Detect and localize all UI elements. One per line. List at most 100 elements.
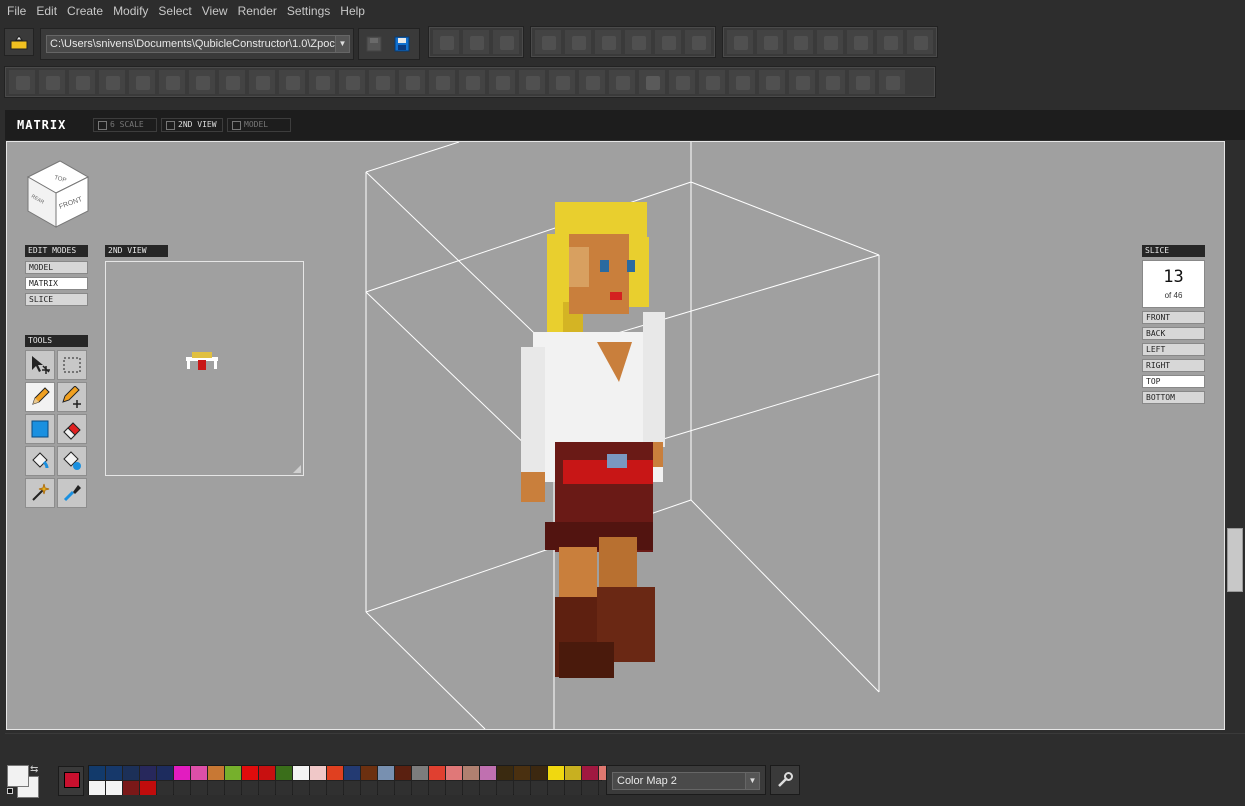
- toolbar-button[interactable]: [462, 29, 490, 55]
- toolbar-button[interactable]: [534, 29, 562, 55]
- tab-2nd-view[interactable]: 2ND VIEW: [161, 118, 223, 132]
- toolbar-button[interactable]: [548, 69, 576, 95]
- palette-swatch[interactable]: [157, 781, 173, 795]
- toolbar-button[interactable]: [818, 69, 846, 95]
- toolbar-button[interactable]: [594, 29, 622, 55]
- palette-swatch[interactable]: [225, 766, 241, 780]
- palette-swatch[interactable]: [327, 766, 343, 780]
- palette-swatch[interactable]: [89, 781, 105, 795]
- toolbar-button[interactable]: [488, 69, 516, 95]
- toolbar-button[interactable]: [8, 69, 36, 95]
- palette-swatch[interactable]: [446, 766, 462, 780]
- save-as-button[interactable]: [390, 32, 414, 56]
- toolbar-button[interactable]: [578, 69, 606, 95]
- palette-swatch[interactable]: [531, 766, 547, 780]
- slice-back-button[interactable]: BACK: [1142, 327, 1205, 340]
- palette-swatch[interactable]: [327, 781, 343, 795]
- toolbar-button[interactable]: [878, 69, 906, 95]
- palette-swatch[interactable]: [106, 781, 122, 795]
- toolbar-button[interactable]: [248, 69, 276, 95]
- pencil-add-tool[interactable]: [57, 382, 87, 412]
- palette-swatch[interactable]: [582, 766, 598, 780]
- move-select-tool[interactable]: [25, 350, 55, 380]
- eraser-tool[interactable]: [57, 414, 87, 444]
- menu-select[interactable]: Select: [153, 0, 196, 22]
- slice-left-button[interactable]: LEFT: [1142, 343, 1205, 356]
- toolbar-button[interactable]: [906, 29, 934, 55]
- palette-swatch[interactable]: [565, 766, 581, 780]
- menu-modify[interactable]: Modify: [108, 0, 153, 22]
- toolbar-button[interactable]: [432, 29, 460, 55]
- toolbar-button[interactable]: [338, 69, 366, 95]
- palette-swatch[interactable]: [395, 781, 411, 795]
- palette-settings-button[interactable]: [770, 765, 800, 795]
- palette-swatch[interactable]: [548, 766, 564, 780]
- toolbar-button[interactable]: [458, 69, 486, 95]
- resize-handle-icon[interactable]: [293, 465, 301, 473]
- toolbar-button[interactable]: [308, 69, 336, 95]
- 3d-viewport[interactable]: TOP FRONT REAR EDIT MODES MODEL MATRIX S…: [6, 141, 1225, 730]
- palette-swatch[interactable]: [582, 781, 598, 795]
- palette-swatch[interactable]: [242, 781, 258, 795]
- palette-swatch[interactable]: [293, 781, 309, 795]
- palette-swatch[interactable]: [480, 766, 496, 780]
- palette-swatch[interactable]: [429, 766, 445, 780]
- palette-swatch[interactable]: [242, 766, 258, 780]
- menu-render[interactable]: Render: [233, 0, 282, 22]
- foreground-color-swatch[interactable]: [7, 765, 29, 787]
- palette-swatch[interactable]: [395, 766, 411, 780]
- palette-swatch[interactable]: [548, 781, 564, 795]
- slice-right-button[interactable]: RIGHT: [1142, 359, 1205, 372]
- toolbar-button[interactable]: [398, 69, 426, 95]
- palette-swatch[interactable]: [276, 766, 292, 780]
- magic-wand-tool[interactable]: [25, 478, 55, 508]
- toolbar-button[interactable]: [728, 69, 756, 95]
- slice-front-button[interactable]: FRONT: [1142, 311, 1205, 324]
- toolbar-button[interactable]: [428, 69, 456, 95]
- toolbar-button[interactable]: [188, 69, 216, 95]
- palette-swatch[interactable]: [140, 781, 156, 795]
- toolbar-button[interactable]: [848, 69, 876, 95]
- palette-swatch[interactable]: [259, 766, 275, 780]
- palette-swatch[interactable]: [344, 766, 360, 780]
- slice-counter[interactable]: 13 of 46: [1142, 260, 1205, 308]
- slice-bottom-button[interactable]: BOTTOM: [1142, 391, 1205, 404]
- palette-swatch[interactable]: [378, 766, 394, 780]
- toolbar-button[interactable]: [788, 69, 816, 95]
- toolbar-button[interactable]: [698, 69, 726, 95]
- palette-swatch[interactable]: [259, 781, 275, 795]
- path-dropdown[interactable]: C:\Users\snivens\Documents\QubicleConstr…: [46, 35, 350, 53]
- toolbar-button[interactable]: [668, 69, 696, 95]
- menu-settings[interactable]: Settings: [282, 0, 335, 22]
- toolbar-button[interactable]: [492, 29, 520, 55]
- toolbar-button[interactable]: [654, 29, 682, 55]
- palette-swatch[interactable]: [208, 766, 224, 780]
- tab-model[interactable]: MODEL: [227, 118, 291, 132]
- palette-swatch[interactable]: [123, 766, 139, 780]
- mode-matrix-button[interactable]: MATRIX: [25, 277, 88, 290]
- toolbar-button[interactable]: [846, 29, 874, 55]
- toolbar-button[interactable]: [786, 29, 814, 55]
- paint-bucket-tool[interactable]: [25, 446, 55, 476]
- palette-swatch[interactable]: [429, 781, 445, 795]
- toolbar-button[interactable]: [128, 69, 156, 95]
- palette-swatch[interactable]: [174, 766, 190, 780]
- palette-swatch[interactable]: [191, 766, 207, 780]
- palette-swatch[interactable]: [531, 781, 547, 795]
- toolbar-button[interactable]: [518, 69, 546, 95]
- palette-swatch[interactable]: [191, 781, 207, 795]
- toolbar-button[interactable]: [816, 29, 844, 55]
- palette-swatch[interactable]: [412, 766, 428, 780]
- toolbar-button[interactable]: [564, 29, 592, 55]
- toolbar-button[interactable]: [624, 29, 652, 55]
- palette-swatch[interactable]: [480, 781, 496, 795]
- swap-colors-icon[interactable]: ⇆: [30, 764, 38, 775]
- nav-cube[interactable]: TOP FRONT REAR: [26, 157, 90, 229]
- toolbar-button[interactable]: [756, 29, 784, 55]
- viewport-scrollbar[interactable]: [1226, 141, 1244, 730]
- toolbar-button[interactable]: [218, 69, 246, 95]
- palette-swatch[interactable]: [344, 781, 360, 795]
- eyedropper-tool[interactable]: [57, 478, 87, 508]
- marquee-select-tool[interactable]: [57, 350, 87, 380]
- palette-swatch[interactable]: [463, 781, 479, 795]
